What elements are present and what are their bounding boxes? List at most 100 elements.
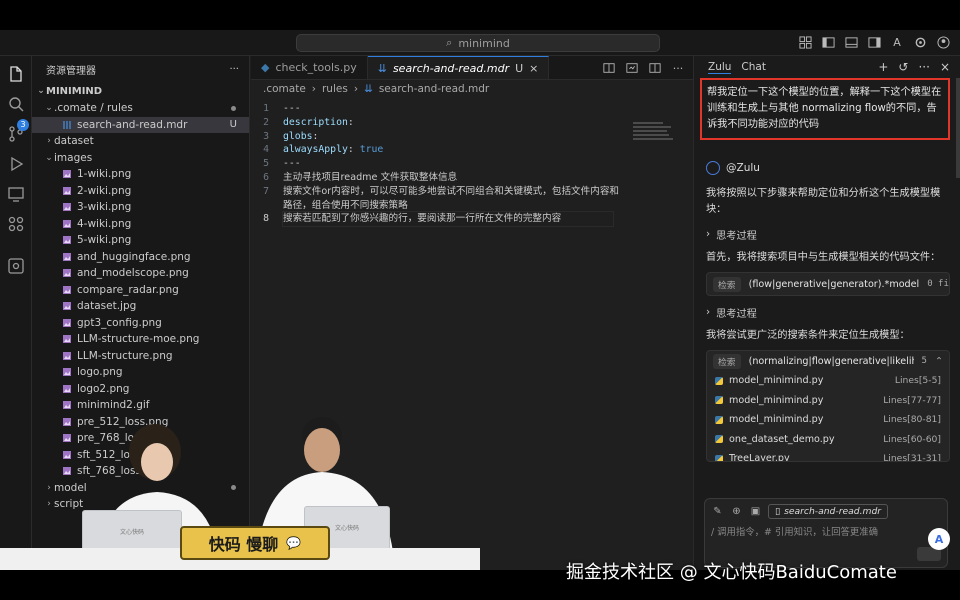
file-item[interactable]: pre_512_loss.png [32, 414, 249, 431]
preview-side-icon[interactable] [625, 61, 639, 75]
file-item[interactable]: and_huggingface.png [32, 249, 249, 266]
file-item[interactable]: logo2.png [32, 381, 249, 398]
explorer-icon[interactable] [6, 64, 26, 84]
file-item[interactable]: logo.png [32, 364, 249, 381]
file-item[interactable]: 4-wiki.png [32, 216, 249, 233]
code-line[interactable]: 路径，组合使用不同搜索策略 [251, 199, 693, 213]
breadcrumb-item[interactable]: rules [322, 83, 348, 95]
chevron-right-icon: › [47, 482, 51, 493]
file-item[interactable]: pre_768_loss.png [32, 430, 249, 447]
file-item[interactable]: sft_768_loss.png [32, 463, 249, 480]
more-actions-icon[interactable]: ··· [229, 64, 239, 75]
search-result-item[interactable]: TreeLayer.py Lines[31-31] [707, 449, 949, 461]
think-label: 思考过程 [716, 308, 757, 320]
minimap[interactable] [633, 122, 673, 150]
think-label: 思考过程 [716, 230, 757, 242]
editor-group: ◆ check_tools.py ⇊ search-and-read.mdr U… [251, 56, 693, 570]
account-icon[interactable] [936, 35, 950, 49]
comate-float-button[interactable]: A [928, 528, 950, 550]
search-result-item[interactable]: model_minimind.py Lines[77-77] [707, 391, 949, 411]
tab-search-and-read[interactable]: ⇊ search-and-read.mdr U × [367, 56, 550, 79]
plus-icon[interactable]: + [878, 60, 888, 74]
close-icon[interactable]: × [529, 62, 538, 75]
code-line[interactable]: 5 --- [251, 157, 693, 171]
comate-icon[interactable] [6, 256, 26, 276]
tab-zulu[interactable]: Zulu [708, 61, 732, 74]
code-line[interactable]: 7 搜索文件or内容时，可以尽可能多地尝试不同组合和关键模式，包括文件内容和 [251, 185, 693, 199]
file-item[interactable]: sft_512_loss.png [32, 447, 249, 464]
folder-item[interactable]: ⌄ .comate / rules [32, 100, 249, 117]
wrench-icon[interactable]: ✎ [711, 505, 724, 518]
search-result-item[interactable]: one_dataset_demo.py Lines[60-60] [707, 430, 949, 450]
command-center-text: minimind [458, 36, 510, 50]
open-preview-icon[interactable] [602, 61, 616, 75]
close-icon[interactable]: × [940, 60, 950, 74]
file-item[interactable]: gpt3_config.png [32, 315, 249, 332]
more-actions-icon[interactable]: ··· [918, 60, 929, 74]
remote-explorer-icon[interactable] [6, 184, 26, 204]
context-file-chip[interactable]: ▯ search-and-read.mdr [768, 504, 889, 519]
file-item[interactable]: 2-wiki.png [32, 183, 249, 200]
code-area[interactable]: 1 --- 2 description: 3 globs: 4 alwaysApply: tr… [251, 102, 693, 228]
history-icon[interactable]: ↺ [898, 60, 908, 74]
more-actions-icon[interactable]: ··· [671, 61, 685, 75]
folder-item[interactable]: › script [32, 496, 249, 513]
file-item[interactable]: compare_radar.png [32, 282, 249, 299]
search-icon[interactable] [6, 94, 26, 114]
tab-chat[interactable]: Chat [741, 61, 766, 73]
python-file-icon [715, 435, 723, 444]
file-item[interactable]: minimind2.gif [32, 397, 249, 414]
file-item[interactable]: 5-wiki.png [32, 232, 249, 249]
code-line[interactable]: 8 搜索若匹配到了你感兴趣的行，要阅读那一行所在文件的完整内容 [251, 211, 693, 228]
breadcrumb-item[interactable]: .comate [263, 83, 306, 95]
search-tool-call[interactable]: 检索 (flow|generative|generator).*model 0 … [706, 272, 950, 296]
outline-section[interactable]: › 大纲 [32, 552, 249, 569]
extensions-icon[interactable] [6, 214, 26, 234]
folder-item[interactable]: › dataset [32, 133, 249, 150]
python-file-icon [715, 415, 723, 424]
think-toggle[interactable]: › 思考过程 [706, 304, 950, 320]
code-line[interactable]: 4 alwaysApply: true [251, 143, 693, 157]
command-center[interactable]: ⌕ minimind [296, 34, 660, 52]
folder-item[interactable]: › model [32, 480, 249, 497]
code-line[interactable]: 1 --- [251, 102, 693, 116]
code-line[interactable]: 6 主动寻找项目readme 文件获取整体信息 [251, 171, 693, 185]
file-item[interactable]: LLM-structure-moe.png [32, 331, 249, 348]
toggle-panel-icon[interactable] [844, 35, 858, 49]
chat-scrollbar[interactable] [956, 78, 960, 178]
file-item[interactable]: dataset.jpg [32, 298, 249, 315]
chevron-up-icon[interactable]: ⌃ [935, 356, 943, 367]
breadcrumb-item[interactable]: search-and-read.mdr [379, 83, 489, 95]
toggle-sidebar-icon[interactable] [821, 35, 835, 49]
think-toggle[interactable]: › 思考过程 [706, 226, 950, 242]
split-editor-icon[interactable] [648, 61, 662, 75]
code-line[interactable]: 2 description: [251, 116, 693, 130]
tree-item-label: 2-wiki.png [77, 184, 132, 197]
chat-input[interactable]: / 调用指令，# 引用知识，让回答更准确 [705, 524, 947, 538]
image-icon[interactable]: ▣ [749, 505, 762, 518]
file-item[interactable]: 1-wiki.png [32, 166, 249, 183]
code-line[interactable]: 3 globs: [251, 130, 693, 144]
file-item[interactable]: LLM-structure.png [32, 348, 249, 365]
folder-item[interactable]: ⌄ images [32, 150, 249, 167]
file-item[interactable]: and_modelscope.png [32, 265, 249, 282]
workspace-root[interactable]: ⌄ MINIMIND [32, 82, 249, 100]
source-control-icon[interactable]: 3 [6, 119, 29, 144]
search-result-item[interactable]: model_minimind.py Lines[80-81] [707, 410, 949, 430]
python-file-icon [715, 376, 723, 385]
settings-gear-icon[interactable] [913, 35, 927, 49]
font-size-icon[interactable]: A [890, 35, 904, 49]
layout-grid-icon[interactable] [798, 35, 812, 49]
run-debug-icon[interactable] [6, 154, 26, 174]
code-text: --- [283, 158, 301, 170]
search-result-item[interactable]: model_minimind.py Lines[5-5] [707, 371, 949, 391]
tab-check-tools[interactable]: ◆ check_tools.py [251, 56, 368, 79]
add-context-icon[interactable]: ⊕ [730, 505, 743, 518]
file-item[interactable]: search-and-read.mdr U [32, 116, 249, 133]
user-question: 帮我定位一下这个模型的位置，解释一下这个模型在训练和生成上与其他 normali… [700, 78, 950, 140]
git-status: U [229, 119, 237, 131]
toggle-secondary-sidebar-icon[interactable] [867, 35, 881, 49]
image-file-icon [62, 334, 72, 344]
search-tool-call[interactable]: 检索 (normalizing|flow|generative|likeliho… [707, 351, 949, 371]
file-item[interactable]: 3-wiki.png [32, 199, 249, 216]
